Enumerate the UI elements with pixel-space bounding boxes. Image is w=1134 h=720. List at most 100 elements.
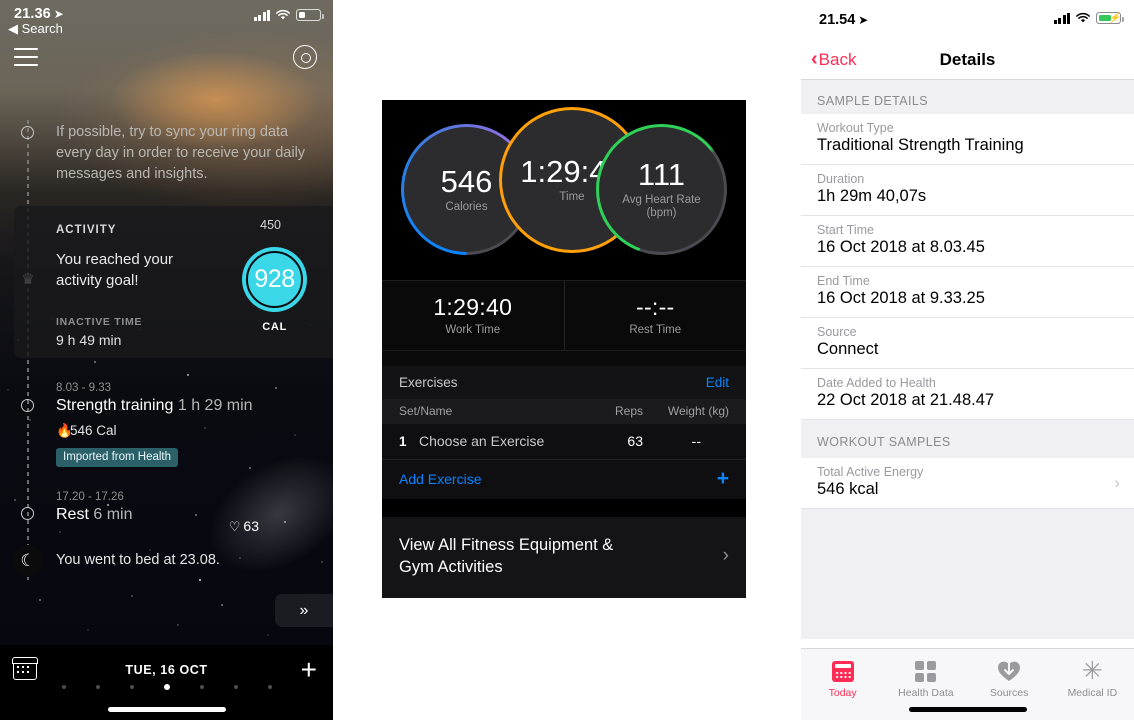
row-key: End Time <box>817 274 870 288</box>
status-indicators <box>253 9 324 21</box>
calories-text: 546 Calories <box>441 166 493 214</box>
row-key: Duration <box>817 172 865 186</box>
detail-row-source[interactable]: Source Connect <box>801 318 1134 369</box>
heart-rate-label: Avg Heart Rate (bpm) <box>622 194 700 220</box>
event-calories: 🔥546 Cal <box>56 423 321 439</box>
work-time-value: 1:29:40 <box>433 294 513 320</box>
back-button-label: Back <box>818 50 857 69</box>
moon-icon: ☾ <box>12 545 44 577</box>
tab-label: Sources <box>989 687 1029 699</box>
back-to-search-link[interactable]: ◀ Search <box>8 21 63 37</box>
view-all-equipment-row[interactable]: View All Fitness Equipment & Gym Activit… <box>382 517 746 598</box>
grid-icon <box>884 658 967 684</box>
back-button[interactable]: ‹Back <box>811 48 856 71</box>
heart-outline-icon: ♡ <box>228 519 241 534</box>
view-all-label: View All Fitness Equipment & Gym Activit… <box>399 534 613 578</box>
metric-circles: 546 Calories 1:29:40 Time 111 Avg Heart … <box>382 100 746 280</box>
row-set-number: 1 <box>399 433 407 449</box>
tab-today[interactable]: Today <box>801 649 884 720</box>
row-weight[interactable]: -- <box>643 433 729 449</box>
section-spacer <box>382 499 746 517</box>
show-more-button[interactable]: » <box>275 594 333 627</box>
medical-asterisk-icon: ✳ <box>1081 657 1103 685</box>
activity-goal-value: 928 <box>254 265 295 293</box>
calories-label: Calories <box>445 200 488 213</box>
row-reps[interactable]: 63 <box>597 433 643 449</box>
heart-rate-circle: 111 Avg Heart Rate (bpm) <box>596 124 727 255</box>
chevron-right-icon: › <box>1114 473 1120 492</box>
home-indicator <box>908 707 1027 712</box>
row-value: Traditional Strength Training <box>817 136 1024 154</box>
page-dots[interactable] <box>0 684 333 690</box>
wifi-icon <box>1076 12 1090 23</box>
inactive-time-value: 9 h 49 min <box>56 332 122 348</box>
tab-medical-id[interactable]: ✳ Medical ID <box>1051 649 1134 720</box>
detail-row-start-time[interactable]: Start Time 16 Oct 2018 at 8.03.45 <box>801 216 1134 267</box>
row-value: 22 Oct 2018 at 21.48.47 <box>817 391 995 409</box>
add-exercise-row[interactable]: Add Exercise + <box>382 460 746 499</box>
hamburger-menu-icon[interactable] <box>14 48 38 66</box>
goal-target-value: 450 <box>260 218 281 232</box>
timeline-event-strength[interactable]: 8.03 - 9.33 Strength training 1 h 29 min… <box>56 382 321 467</box>
detail-row-end-time[interactable]: End Time 16 Oct 2018 at 9.33.25 <box>801 267 1134 318</box>
add-exercise-label[interactable]: Add Exercise <box>399 471 481 487</box>
imported-badge: Imported from Health <box>56 448 179 467</box>
cellular-signal-icon <box>1053 12 1070 24</box>
status-time: 21.54 <box>819 12 856 28</box>
bottom-bar: TUE, 16 OCT + <box>0 645 333 720</box>
edit-button[interactable]: Edit <box>706 375 729 390</box>
event-time: 8.03 - 9.33 <box>56 382 111 394</box>
section-header-sample-details: SAMPLE DETAILS <box>801 80 1134 114</box>
event-duration: 6 min <box>93 506 133 523</box>
table-row[interactable]: 1 Choose an Exercise 63 -- <box>382 424 746 460</box>
event-heart-rate: ♡ 63 <box>229 518 259 535</box>
plus-icon[interactable]: + <box>301 656 317 684</box>
row-value: 16 Oct 2018 at 9.33.25 <box>817 289 985 307</box>
screenshot-stage: 21.36➤ ◀ Search ♛ ☾ If possible, try to … <box>0 0 1134 720</box>
row-exercise-name[interactable]: Choose an Exercise <box>419 433 597 449</box>
detail-row-duration[interactable]: Duration 1h 29m 40,07s <box>801 165 1134 216</box>
row-key: Workout Type <box>817 121 894 135</box>
column-reps: Reps <box>614 404 643 418</box>
daily-message: If possible, try to sync your ring data … <box>56 124 306 182</box>
workout-app-panel: 546 Calories 1:29:40 Time 111 Avg Heart … <box>382 100 746 598</box>
navigation-bar: ‹Back Details <box>801 40 1134 80</box>
heart-rate-text: 111 Avg Heart Rate (bpm) <box>622 159 700 220</box>
detail-row-workout-type[interactable]: Workout Type Traditional Strength Traini… <box>801 114 1134 165</box>
row-value: 546 kcal <box>817 480 879 498</box>
event-calories-value: 546 Cal <box>70 423 117 438</box>
timeline-node-rest <box>21 507 34 520</box>
column-set-name: Set/Name <box>399 404 453 418</box>
activity-goal-ring: 928 <box>242 247 307 312</box>
plus-icon[interactable]: + <box>717 468 729 489</box>
detail-row-total-active-energy[interactable]: Total Active Energy 546 kcal › <box>801 458 1134 509</box>
detail-row-date-added[interactable]: Date Added to Health 22 Oct 2018 at 21.4… <box>801 369 1134 420</box>
section-gap <box>382 351 746 366</box>
section-header-workout-samples: WORKOUT SAMPLES <box>801 420 1134 458</box>
status-time: 21.36 <box>14 6 51 22</box>
tab-label: Health Data <box>898 687 954 699</box>
inactive-time-label: INACTIVE TIME <box>56 316 143 328</box>
heart-rate-label-line1: Avg Heart Rate <box>622 194 701 206</box>
ring-device-icon[interactable] <box>293 45 317 69</box>
current-date-label: TUE, 16 OCT <box>125 663 208 677</box>
home-indicator <box>107 707 226 712</box>
location-arrow-icon: ➤ <box>858 13 869 27</box>
event-title: Strength training 1 h 29 min <box>56 397 321 415</box>
activity-card[interactable]: ACTIVITY You reached your activity goal!… <box>14 206 333 358</box>
timeline-node-strength <box>21 399 34 412</box>
event-title-text: Rest <box>56 506 89 523</box>
tab-label: Today <box>828 687 857 699</box>
location-arrow-icon: ➤ <box>53 7 64 21</box>
battery-icon <box>296 9 324 21</box>
battery-charging-icon: ⚡ <box>1096 12 1124 24</box>
chevron-left-icon: ‹ <box>811 48 818 70</box>
row-key: Start Time <box>817 223 874 237</box>
activity-card-label: ACTIVITY <box>56 224 117 236</box>
timeline-event-rest[interactable]: 17.20 - 17.26 Rest 6 min ♡ 63 <box>56 491 321 534</box>
status-bar: 21.54 ➤ ⚡ <box>801 0 1134 40</box>
work-time-label: Work Time <box>445 324 501 336</box>
exercises-title: Exercises <box>399 375 458 390</box>
row-value: 1h 29m 40,07s <box>817 187 927 205</box>
work-time-cell: 1:29:40 Work Time <box>382 281 564 350</box>
